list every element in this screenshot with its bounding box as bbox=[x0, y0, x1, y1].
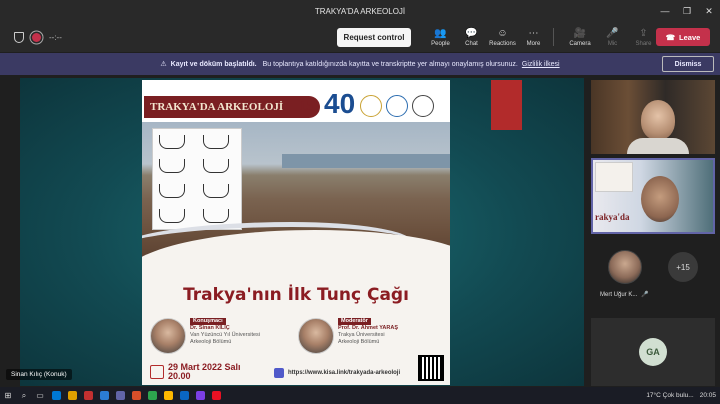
leave-button[interactable]: ☎ Leave bbox=[656, 28, 710, 46]
window-title: TRAKYA'DA ARKEOLOJİ bbox=[314, 6, 406, 16]
participant-body bbox=[627, 138, 689, 154]
taskbar-app-7[interactable] bbox=[144, 387, 160, 404]
banner-text: Bu toplantıya katıldığınızda kayıtta ve … bbox=[262, 60, 518, 68]
participant-tile-ga[interactable]: GA bbox=[591, 318, 715, 386]
toolbar-divider bbox=[553, 28, 554, 46]
poster-link: https://www.kisa.link/trakyada-arkeoloji bbox=[274, 368, 400, 378]
poster-date: 29 Mart 2022 Salı 20.00 bbox=[150, 363, 241, 381]
people-icon: 👥 bbox=[434, 27, 447, 39]
taskbar-app-6[interactable] bbox=[128, 387, 144, 404]
system-tray: 17°C Çok bulu... 20:05 bbox=[646, 387, 716, 404]
close-icon[interactable]: ✕ bbox=[698, 0, 720, 22]
poster-series-title: TRAKYA'DA ARKEOLOJİ bbox=[144, 96, 320, 118]
participant-avatar-mert[interactable] bbox=[608, 250, 642, 284]
event-url: https://www.kisa.link/trakyada-arkeoloji bbox=[288, 370, 401, 376]
camera-icon: 🎥 bbox=[573, 27, 587, 39]
moderator-name: Prof. Dr. Ahmet YARAŞ bbox=[338, 325, 399, 331]
participant-video-1[interactable] bbox=[591, 80, 715, 154]
more-button[interactable]: ⋯ More bbox=[518, 22, 549, 52]
qr-code bbox=[418, 355, 444, 381]
participant-label-mert: Mert Uğur K... 🎤 bbox=[600, 291, 649, 299]
search-icon[interactable]: ⌕ bbox=[16, 387, 32, 404]
people-button[interactable]: 👥 People bbox=[425, 22, 456, 52]
presenter-name-tag: Sinan Kılıç (Konuk) bbox=[6, 369, 72, 380]
university-logo bbox=[360, 95, 382, 117]
taskbar-app-11[interactable] bbox=[208, 387, 224, 404]
speaker-role: Konuşmacı bbox=[190, 318, 226, 325]
minimize-icon[interactable]: — bbox=[654, 0, 676, 22]
moderator-affiliation: Trakya Üniversitesi bbox=[338, 332, 385, 338]
phone-icon: ☎ bbox=[665, 32, 676, 42]
speaker-block: Konuşmacı Dr. Sinan KILIÇ Van Yüzüncü Yı… bbox=[150, 318, 260, 354]
share-button[interactable]: ⇪ Share bbox=[628, 22, 659, 52]
banner-bold-text: Kayıt ve döküm başlatıldı. bbox=[170, 60, 257, 68]
muted-mic-icon: 🎤 bbox=[641, 292, 649, 298]
windows-taskbar: ⊞ ⌕ ▭ 17°C Çok bulu... 20:05 bbox=[0, 387, 720, 404]
request-control-button[interactable]: Request control bbox=[337, 28, 411, 47]
reactions-icon: ☺ bbox=[497, 27, 508, 39]
shared-screen: TRAKYA'DA ARKEOLOJİ 15 40 Trakya'nın İlk… bbox=[20, 78, 584, 386]
task-view-icon[interactable]: ▭ bbox=[32, 387, 48, 404]
window-controls: — ❐ ✕ bbox=[654, 0, 720, 22]
seal-logo bbox=[412, 95, 434, 117]
anniversary-logo: 40 bbox=[324, 88, 356, 119]
participant-video-2[interactable]: rakya'da bbox=[591, 158, 715, 234]
clock[interactable]: 20:05 bbox=[700, 392, 716, 399]
speaker-name: Dr. Sinan KILIÇ bbox=[190, 325, 230, 331]
taskbar-app-1[interactable] bbox=[48, 387, 64, 404]
mic-icon: 🎤 bbox=[606, 27, 619, 39]
red-overlay-bar bbox=[491, 80, 522, 130]
initials-avatar: GA bbox=[639, 338, 667, 366]
title-bar: TRAKYA'DA ARKEOLOJİ — ❐ ✕ bbox=[0, 0, 720, 22]
privacy-policy-link[interactable]: Gizlilik ilkesi bbox=[522, 61, 560, 68]
meeting-toolbar: --:-- Request control 👥 People 💬 Chat ☺ Rea… bbox=[0, 22, 720, 52]
more-icon: ⋯ bbox=[528, 27, 539, 39]
more-participants-button[interactable]: +15 bbox=[668, 252, 698, 282]
participant-face bbox=[641, 176, 679, 222]
taskbar-app-10[interactable] bbox=[192, 387, 208, 404]
teams-icon bbox=[274, 368, 284, 378]
speaker-department: Arkeoloji Bölümü bbox=[190, 339, 232, 345]
camera-button[interactable]: 🎥 Camera bbox=[563, 22, 597, 52]
moderator-photo bbox=[298, 318, 334, 354]
taskbar-app-3[interactable] bbox=[80, 387, 96, 404]
participant-name: Mert Uğur K... bbox=[600, 291, 638, 298]
taskbar-app-4[interactable] bbox=[96, 387, 112, 404]
event-poster: TRAKYA'DA ARKEOLOJİ 15 40 Trakya'nın İlk… bbox=[142, 80, 450, 385]
calendar-icon bbox=[150, 365, 164, 379]
maximize-icon[interactable]: ❐ bbox=[676, 0, 698, 22]
speaker-affiliation: Van Yüzüncü Yıl Üniversitesi bbox=[190, 332, 261, 338]
reactions-button[interactable]: ☺ Reactions bbox=[487, 22, 518, 52]
weather-widget[interactable]: 17°C Çok bulu... bbox=[646, 392, 693, 399]
taskbar-app-2[interactable] bbox=[64, 387, 80, 404]
shield-icon[interactable] bbox=[14, 31, 24, 43]
recording-icon bbox=[32, 32, 41, 42]
pottery-sketch bbox=[152, 128, 242, 230]
moderator-role: Moderatör bbox=[338, 318, 371, 325]
shared-poster-thumbnail bbox=[595, 162, 633, 192]
poster-thumbnail-text: rakya'da bbox=[595, 212, 630, 222]
share-icon: ⇪ bbox=[639, 27, 648, 39]
institute-logo bbox=[386, 95, 408, 117]
start-icon[interactable]: ⊞ bbox=[0, 387, 16, 404]
warning-icon: ⚠ bbox=[160, 61, 167, 68]
poster-series-number: 15 bbox=[299, 99, 313, 114]
participant-face bbox=[641, 100, 675, 140]
mic-button[interactable]: 🎤 Mic bbox=[597, 22, 628, 52]
chat-icon: 💬 bbox=[465, 27, 478, 39]
sea-strip bbox=[282, 154, 450, 168]
event-time: 20.00 bbox=[168, 371, 191, 381]
speaker-photo bbox=[150, 318, 186, 354]
poster-headline: Trakya'nın İlk Tunç Çağı bbox=[183, 285, 409, 305]
taskbar-app-9[interactable] bbox=[176, 387, 192, 404]
chat-button[interactable]: 💬 Chat bbox=[456, 22, 487, 52]
moderator-department: Arkeoloji Bölümü bbox=[338, 339, 380, 345]
dismiss-button[interactable]: Dismiss bbox=[662, 56, 714, 72]
taskbar-app-5[interactable] bbox=[112, 387, 128, 404]
moderator-block: Moderatör Prof. Dr. Ahmet YARAŞ Trakya Ü… bbox=[298, 318, 398, 354]
recording-banner: ⚠ Kayıt ve döküm başlatıldı. Bu toplantı… bbox=[0, 53, 720, 75]
meeting-timer: --:-- bbox=[49, 32, 62, 42]
taskbar-app-8[interactable] bbox=[160, 387, 176, 404]
